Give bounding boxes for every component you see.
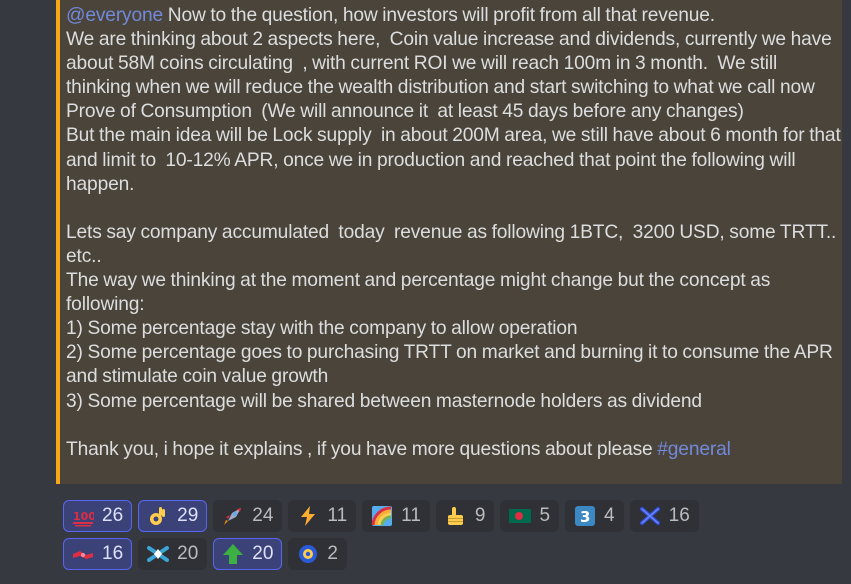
reaction-count: 11 [327,505,348,526]
ok-hand-icon [147,505,169,527]
reaction-bangladesh-flag[interactable]: 5 [500,500,560,532]
reactions-row: 16 20 20 2 [63,538,823,570]
rocket-icon [222,505,244,527]
reactions-bar: 100 26 29 24 11 11 9 5 3 4 16 16 20 20 2 [63,500,823,576]
reactions-row: 100 26 29 24 11 11 9 5 3 4 16 [63,500,823,532]
reaction-count: 26 [102,505,124,526]
reaction-rainbow[interactable]: 11 [362,500,430,532]
reaction-rocket[interactable]: 24 [213,500,283,532]
cross-mark-icon [639,505,661,527]
handshake-icon [72,543,94,565]
up-arrow-icon [222,543,244,565]
message-text: We are thinking about 2 aspects here, Co… [66,29,841,460]
rainbow-icon [371,505,393,527]
reaction-count: 5 [539,505,551,526]
reaction-count: 24 [252,505,274,526]
reaction-ok-hand[interactable]: 29 [138,500,208,532]
message-first-line: Now to the question, how investors will … [163,5,715,26]
reaction-count: 9 [474,505,486,526]
message-body: @everyone Now to the question, how inves… [66,4,842,462]
reaction-lightning[interactable]: 11 [288,500,357,532]
reaction-count: 29 [177,505,199,526]
everyone-mention[interactable]: @everyone [66,5,163,26]
reaction-hundred[interactable]: 100 26 [63,500,133,532]
reaction-coin[interactable]: 2 [288,538,347,570]
reaction-count: 4 [604,505,615,526]
tortuga-logo-icon [147,543,170,565]
keycap-three-icon: 3 [574,505,596,527]
reaction-tortuga-logo[interactable]: 20 [138,538,208,570]
thumbs-up-icon [445,505,467,527]
svg-text:100: 100 [73,510,94,523]
reaction-count: 16 [668,505,690,526]
reaction-count: 16 [102,543,124,564]
reaction-up-arrow[interactable]: 20 [213,538,283,570]
reaction-count: 2 [327,543,338,564]
reaction-count: 20 [177,543,199,564]
reaction-thumbs-up[interactable]: 9 [435,500,495,532]
reaction-count: 20 [252,543,274,564]
lightning-icon [297,505,319,527]
hundred-icon: 100 [72,505,94,527]
channel-link-general[interactable]: #general [657,439,731,460]
bangladesh-flag-icon [509,505,532,527]
reaction-handshake[interactable]: 16 [63,538,133,570]
reaction-keycap-three[interactable]: 3 4 [565,500,624,532]
svg-text:3: 3 [580,508,590,526]
coin-icon [297,543,319,565]
reaction-cross-mark[interactable]: 16 [629,500,699,532]
highlighted-message: @everyone Now to the question, how inves… [56,0,842,484]
reaction-count: 11 [401,505,421,526]
